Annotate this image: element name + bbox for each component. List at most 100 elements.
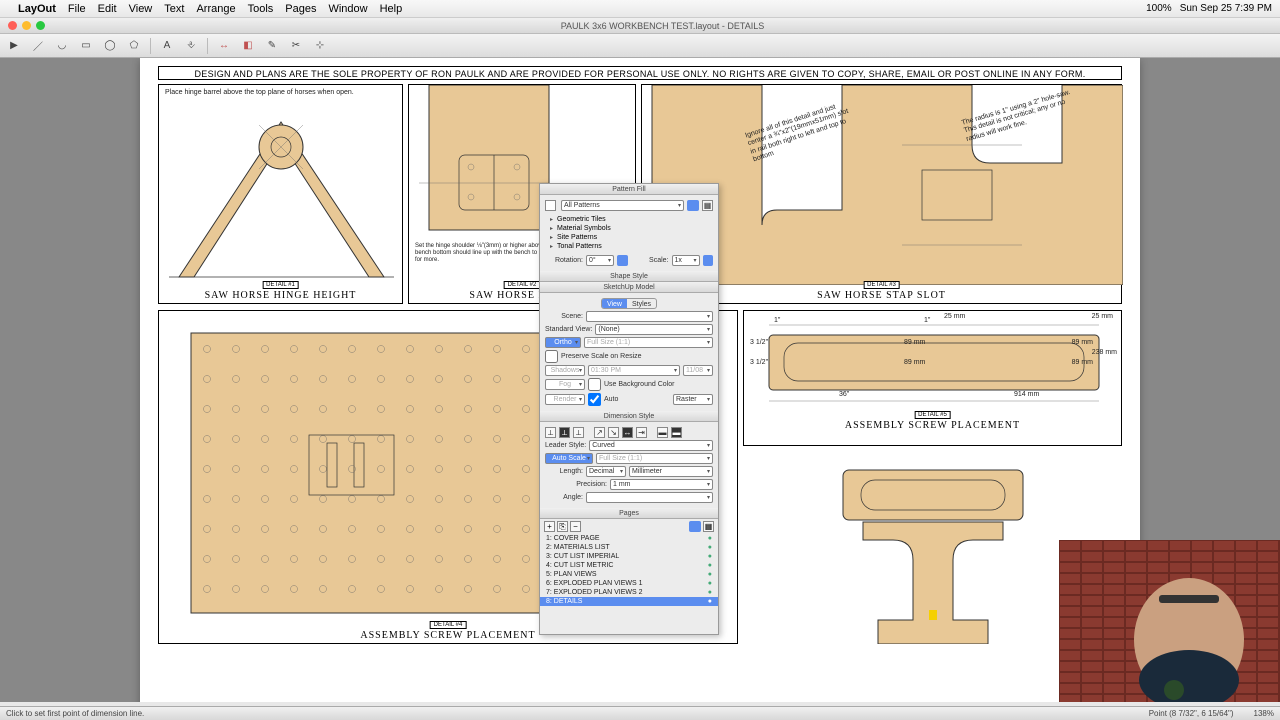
rotation-field[interactable]: 0° <box>586 255 614 266</box>
leader-select[interactable]: Curved <box>589 440 713 451</box>
dim-side: 238 mm <box>1092 349 1117 357</box>
dim-arrow-2-icon[interactable]: ↘ <box>608 427 619 438</box>
line-tool-icon[interactable]: ／ <box>30 38 46 54</box>
rotation-stepper[interactable] <box>617 255 628 266</box>
ortho-button[interactable]: Ortho <box>545 337 581 348</box>
dim-icon-row[interactable]: ⟂ ⟂ ⟂ ↗ ↘ ↔ ⇥ ▬ ▬ <box>545 427 713 438</box>
menu-file[interactable]: File <box>68 3 86 15</box>
dim-gap-2-icon[interactable]: ▬ <box>671 427 682 438</box>
arc-tool-icon[interactable]: ◡ <box>54 38 70 54</box>
length-format-select[interactable]: Decimal <box>586 466 626 477</box>
page-item[interactable]: 7: EXPLODED PLAN VIEWS 2● <box>540 588 718 597</box>
page-item[interactable]: 6: EXPLODED PLAN VIEWS 1● <box>540 579 718 588</box>
shape-style-header[interactable]: Shape Style <box>540 271 718 282</box>
view-tab[interactable]: View <box>602 299 627 308</box>
tree-item[interactable]: Geometric Tiles <box>545 215 713 224</box>
detail-5-panel: 25 mm 25 mm 3 1/2" 3 1/2" 89 mm 89 mm 89… <box>743 310 1122 446</box>
view-styles-segment[interactable]: View Styles <box>601 298 657 309</box>
scene-select[interactable] <box>586 311 713 322</box>
pattern-fill-header[interactable]: Pattern Fill <box>540 184 718 195</box>
macos-menubar: LayOut File Edit View Text Arrange Tools… <box>0 0 1280 18</box>
dim-align-3-icon[interactable]: ⟂ <box>573 427 584 438</box>
add-page-button[interactable]: + <box>544 521 555 532</box>
main-toolbar: ▶ ／ ◡ ▭ ◯ ⬠ A ⎀ ↔ ◧ ✎ ✂ ⊹ <box>0 34 1280 58</box>
scale-stepper[interactable] <box>703 255 714 266</box>
fullsize-button[interactable]: Full Size (1:1) <box>584 337 713 348</box>
remove-page-button[interactable]: − <box>570 521 581 532</box>
shadow-time[interactable]: 01:30 PM <box>588 365 680 376</box>
length-unit-select[interactable]: Millimeter <box>629 466 713 477</box>
tree-item[interactable]: Tonal Patterns <box>545 242 713 251</box>
angle-select[interactable] <box>586 492 713 503</box>
menubar-battery[interactable]: 100% <box>1146 3 1172 14</box>
page-item[interactable]: 1: COVER PAGE● <box>540 534 718 543</box>
page-item[interactable]: 5: PLAN VIEWS● <box>540 570 718 579</box>
dim-align-2-icon[interactable]: ⟂ <box>559 427 570 438</box>
scale-field[interactable]: 1x <box>672 255 700 266</box>
page-item-selected[interactable]: 8: DETAILS● <box>540 597 718 606</box>
pattern-swatch[interactable] <box>545 200 556 211</box>
duplicate-page-button[interactable]: ⎘ <box>557 521 568 532</box>
select-tool-icon[interactable]: ▶ <box>6 38 22 54</box>
dim-arrow-4-icon[interactable]: ⇥ <box>636 427 647 438</box>
stdview-label: Standard View: <box>545 326 592 333</box>
dimension-tool-icon[interactable]: ↔ <box>216 38 232 54</box>
render-mode-select[interactable]: Raster <box>673 394 713 405</box>
render-button[interactable]: Render <box>545 394 585 405</box>
sketchup-model-header[interactable]: SketchUp Model <box>540 282 718 293</box>
traffic-lights[interactable] <box>0 21 45 30</box>
page-item[interactable]: 3: CUT LIST IMPERIAL● <box>540 552 718 561</box>
page-item[interactable]: 4: CUT LIST METRIC● <box>540 561 718 570</box>
dim-gap-1-icon[interactable]: ▬ <box>657 427 668 438</box>
pages-grid-view[interactable]: ▦ <box>703 521 714 532</box>
status-zoom[interactable]: 138% <box>1254 709 1274 718</box>
text-tool-icon[interactable]: A <box>159 38 175 54</box>
use-bg-checkbox[interactable] <box>588 378 601 391</box>
pages-list[interactable]: 1: COVER PAGE● 2: MATERIALS LIST● 3: CUT… <box>540 534 718 606</box>
detail-3-label: DETAIL #3 <box>863 281 900 289</box>
app-menu[interactable]: LayOut <box>18 3 56 15</box>
shadow-date[interactable]: 11/08 <box>683 365 713 376</box>
menu-edit[interactable]: Edit <box>98 3 117 15</box>
menu-window[interactable]: Window <box>328 3 367 15</box>
circle-tool-icon[interactable]: ◯ <box>102 38 118 54</box>
pattern-category-select[interactable]: All Patterns <box>561 200 684 211</box>
pattern-tree[interactable]: Geometric Tiles Material Symbols Site Pa… <box>545 213 713 253</box>
preserve-scale-checkbox[interactable] <box>545 350 558 363</box>
grid-view-toggle[interactable]: ▦ <box>702 200 713 211</box>
polygon-tool-icon[interactable]: ⬠ <box>126 38 142 54</box>
dim-align-1-icon[interactable]: ⟂ <box>545 427 556 438</box>
menu-tools[interactable]: Tools <box>248 3 274 15</box>
fog-toggle[interactable]: Fog <box>545 379 585 390</box>
menubar-clock[interactable]: Sun Sep 25 7:39 PM <box>1180 3 1272 14</box>
dim-arrow-1-icon[interactable]: ↗ <box>594 427 605 438</box>
fullsize2-button[interactable]: Full Size (1:1) <box>596 453 713 464</box>
menu-arrange[interactable]: Arrange <box>196 3 235 15</box>
menu-pages[interactable]: Pages <box>285 3 316 15</box>
autoscale-button[interactable]: Auto Scale <box>545 453 593 464</box>
menu-text[interactable]: Text <box>164 3 184 15</box>
menu-help[interactable]: Help <box>380 3 403 15</box>
list-view-toggle[interactable] <box>687 200 699 211</box>
dimension-style-header[interactable]: Dimension Style <box>540 411 718 422</box>
tree-item[interactable]: Site Patterns <box>545 233 713 242</box>
join-tool-icon[interactable]: ⊹ <box>312 38 328 54</box>
split-tool-icon[interactable]: ✂ <box>288 38 304 54</box>
dim-arrow-3-icon[interactable]: ↔ <box>622 427 633 438</box>
inspector-panel[interactable]: Pattern Fill All Patterns ▦ Geometric Ti… <box>539 183 719 635</box>
styles-tab[interactable]: Styles <box>627 299 656 308</box>
menu-view[interactable]: View <box>129 3 153 15</box>
auto-render-checkbox[interactable] <box>588 393 601 406</box>
tree-item[interactable]: Material Symbols <box>545 224 713 233</box>
page-item[interactable]: 2: MATERIALS LIST● <box>540 543 718 552</box>
precision-select[interactable]: 1 mm <box>610 479 713 490</box>
pages-header[interactable]: Pages <box>540 508 718 519</box>
stdview-select[interactable]: (None) <box>595 324 713 335</box>
pages-list-view[interactable] <box>689 521 701 532</box>
eraser-tool-icon[interactable]: ◧ <box>240 38 256 54</box>
dim-rr1: 89 mm <box>1072 339 1093 347</box>
rectangle-tool-icon[interactable]: ▭ <box>78 38 94 54</box>
style-tool-icon[interactable]: ✎ <box>264 38 280 54</box>
shadows-toggle[interactable]: Shadows <box>545 365 585 376</box>
label-tool-icon[interactable]: ⎀ <box>183 38 199 54</box>
